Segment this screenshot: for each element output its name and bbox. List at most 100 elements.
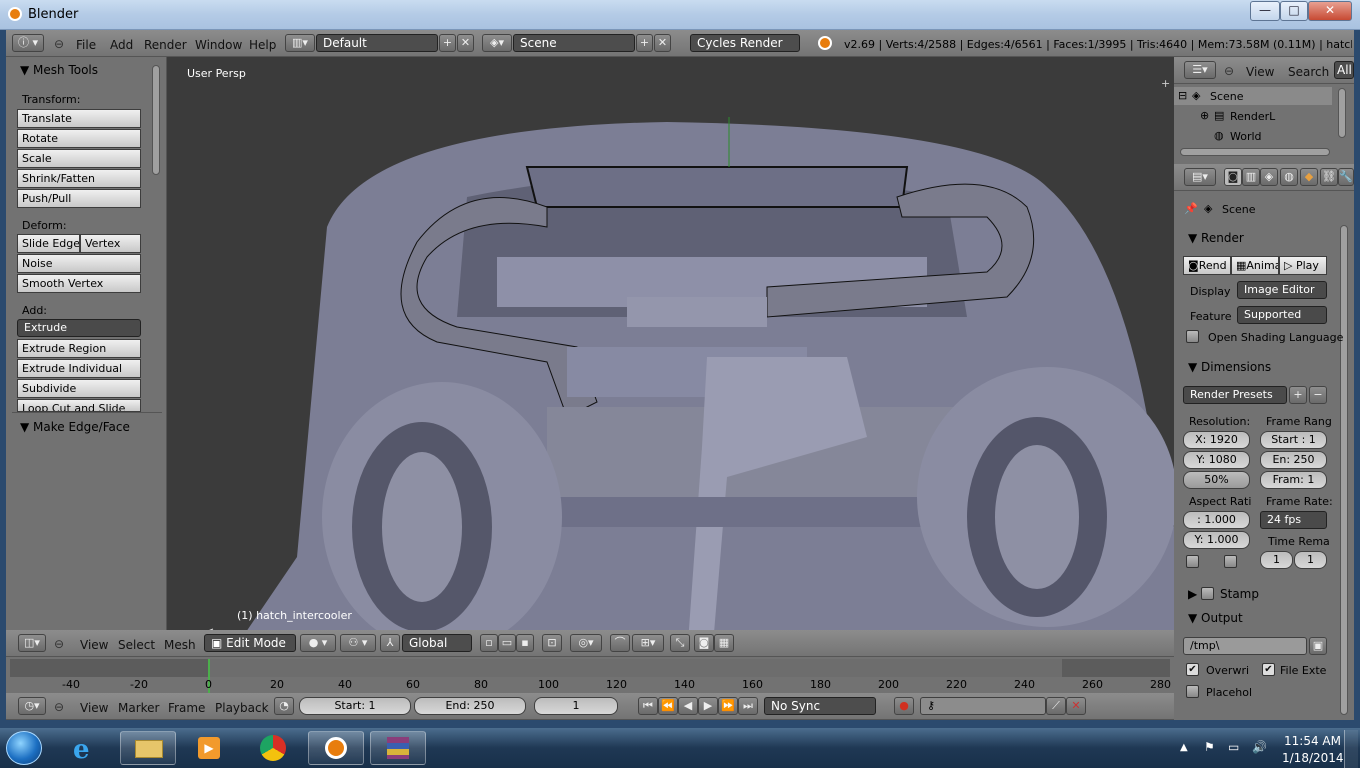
menu-help[interactable]: Help — [249, 38, 276, 52]
push-pull-button[interactable]: Push/Pull — [17, 189, 141, 208]
outliner-hscrollbar[interactable] — [1180, 148, 1330, 156]
crop-checkbox[interactable] — [1224, 555, 1237, 568]
overwrite-checkbox[interactable]: ✔ — [1186, 663, 1199, 676]
maximize-button[interactable]: □ — [1280, 1, 1308, 21]
world-tab-icon[interactable]: ◍ — [1280, 168, 1298, 186]
insert-keyframe-icon[interactable]: ⟋ — [1046, 697, 1066, 715]
render-tab-icon[interactable]: ◙ — [1224, 168, 1242, 186]
start-button[interactable] — [6, 731, 42, 765]
start-frame-field[interactable]: Start: 1 — [299, 697, 411, 715]
remap-old-field[interactable]: 1 — [1260, 551, 1293, 569]
delete-keyframe-icon[interactable]: ✕ — [1066, 697, 1086, 715]
end-frame-field[interactable]: End: 250 — [414, 697, 526, 715]
render-presets-select[interactable]: Render Presets — [1183, 386, 1287, 404]
timeline-collapse-icon[interactable]: ⊖ — [54, 700, 64, 714]
preview-range-icon[interactable]: ◔ — [274, 697, 294, 715]
winrar-icon[interactable] — [370, 731, 426, 765]
outliner-vscrollbar[interactable] — [1338, 88, 1346, 138]
chrome-icon[interactable] — [246, 731, 302, 765]
make-edge-face-header[interactable]: ▼ Make Edge/Face — [20, 420, 130, 434]
subdivide-button[interactable]: Subdivide — [17, 379, 141, 398]
stamp-panel-header[interactable]: ▶ — [1188, 587, 1197, 601]
play-button[interactable]: ▷ Play — [1279, 256, 1327, 275]
record-icon[interactable]: ● — [894, 697, 914, 715]
menu-render[interactable]: Render — [144, 38, 187, 52]
slide-edge-button[interactable]: Slide Edge — [17, 234, 80, 253]
shading-select[interactable]: ● ▾ — [300, 634, 336, 652]
clock-time[interactable]: 11:54 AM — [1284, 734, 1341, 748]
timeline-area[interactable]: -40 -20 0 20 40 60 80 100 120 140 160 18… — [6, 657, 1174, 693]
timeline-menu-frame[interactable]: Frame — [168, 701, 205, 715]
editor-type-icon[interactable]: ⓘ ▾ — [12, 34, 44, 52]
close-button[interactable]: ✕ — [1308, 1, 1352, 21]
screen-layout-field[interactable]: Default — [316, 34, 438, 52]
timeline-menu-marker[interactable]: Marker — [118, 701, 159, 715]
outliner-collapse-icon[interactable]: ⊖ — [1224, 64, 1234, 78]
orientation-select[interactable]: Global — [402, 634, 472, 652]
timeline-menu-view[interactable]: View — [80, 701, 108, 715]
display-select[interactable]: Image Editor — [1237, 281, 1327, 299]
clock-date[interactable]: 1/18/2014 — [1282, 751, 1344, 765]
snap-element-icon[interactable]: ⊞▾ — [632, 634, 664, 652]
loop-cut-button[interactable]: Loop Cut and Slide — [17, 399, 141, 412]
render-panel-header[interactable]: ▼ Render — [1188, 231, 1244, 245]
add-preset-icon[interactable]: + — [1289, 386, 1307, 404]
next-keyframe-icon[interactable]: ⏩ — [718, 697, 738, 715]
remove-scene-icon[interactable]: ✕ — [654, 34, 671, 52]
manipulator-icon[interactable]: ⅄ — [380, 634, 400, 652]
car-model-render[interactable] — [167, 57, 1174, 660]
3d-viewport[interactable]: User Persp (1) hatch_intercooler + — [167, 57, 1174, 660]
media-player-icon[interactable]: ▶ — [182, 731, 238, 765]
frame-end-field[interactable]: En: 250 — [1260, 451, 1327, 469]
view3d-menu-view[interactable]: View — [80, 638, 108, 652]
action-center-icon[interactable]: ⚑ — [1204, 740, 1215, 754]
resolution-x-field[interactable]: X: 1920 — [1183, 431, 1250, 449]
jump-start-icon[interactable]: ⏮ — [638, 697, 658, 715]
outliner-item-scene[interactable]: Scene — [1210, 90, 1244, 103]
translate-button[interactable]: Translate — [17, 109, 141, 128]
add-scene-icon[interactable]: + — [636, 34, 653, 52]
aspect-y-field[interactable]: Y: 1.000 — [1183, 531, 1250, 549]
shrink-fatten-button[interactable]: Shrink/Fatten — [17, 169, 141, 188]
outliner-menu-view[interactable]: View — [1246, 65, 1274, 79]
extrude-select[interactable]: Extrude — [17, 319, 141, 337]
props-scrollbar[interactable] — [1340, 225, 1348, 715]
rotate-button[interactable]: Rotate — [17, 129, 141, 148]
expand-renderlayers-icon[interactable]: ⊕ — [1200, 109, 1209, 122]
minimize-button[interactable]: — — [1250, 1, 1280, 21]
sync-select[interactable]: No Sync — [764, 697, 876, 715]
add-screen-icon[interactable]: + — [439, 34, 456, 52]
smooth-vertex-button[interactable]: Smooth Vertex — [17, 274, 141, 293]
menu-add[interactable]: Add — [110, 38, 133, 52]
slide-vertex-button[interactable]: Vertex — [80, 234, 141, 253]
frame-step-field[interactable]: Fram: 1 — [1260, 471, 1327, 489]
aspect-x-field[interactable]: : 1.000 — [1183, 511, 1250, 529]
jump-end-icon[interactable]: ⏭ — [738, 697, 758, 715]
output-path-field[interactable]: /tmp\ — [1183, 637, 1307, 655]
extrude-region-button[interactable]: Extrude Region — [17, 339, 141, 358]
toolshelf-scrollbar[interactable] — [152, 65, 160, 175]
dimensions-panel-header[interactable]: ▼ Dimensions — [1188, 360, 1271, 374]
outliner-filter-select[interactable]: All — [1334, 61, 1354, 79]
modifiers-tab-icon[interactable]: 🔧 — [1338, 168, 1354, 186]
current-frame-field[interactable]: 1 — [534, 697, 618, 715]
show-desktop-button[interactable] — [1344, 730, 1358, 768]
resolution-percent-field[interactable]: 50% — [1183, 471, 1250, 489]
mode-select[interactable]: ▣ Edit Mode — [204, 634, 296, 652]
properties-editor-icon[interactable]: ▤▾ — [1184, 168, 1216, 186]
prev-keyframe-icon[interactable]: ⏪ — [658, 697, 678, 715]
render-still-icon[interactable]: ◙ — [694, 634, 714, 652]
scale-button[interactable]: Scale — [17, 149, 141, 168]
object-tab-icon[interactable]: ◆ — [1300, 168, 1318, 186]
fps-select[interactable]: 24 fps — [1260, 511, 1327, 529]
expand-scene-icon[interactable]: ⊟ — [1178, 89, 1187, 102]
play-icon[interactable]: ▶ — [698, 697, 718, 715]
outliner-editor-icon[interactable]: ☰▾ — [1184, 61, 1216, 79]
keying-set-field[interactable]: ⚷ — [920, 697, 1046, 715]
osl-checkbox[interactable] — [1186, 330, 1199, 343]
extrude-individual-button[interactable]: Extrude Individual — [17, 359, 141, 378]
viewport-corner-icon[interactable]: + — [1161, 77, 1170, 90]
outliner-menu-search[interactable]: Search — [1288, 65, 1329, 79]
menu-file[interactable]: File — [76, 38, 96, 52]
outliner-item-world[interactable]: World — [1230, 130, 1262, 143]
